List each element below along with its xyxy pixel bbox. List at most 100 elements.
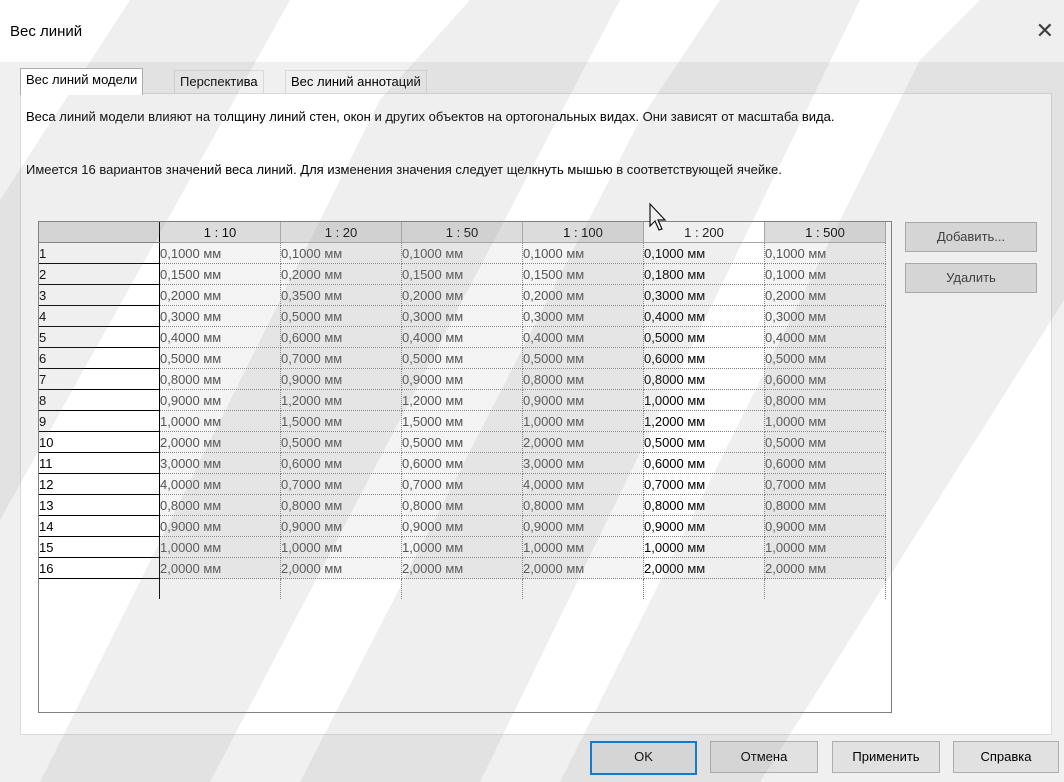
weight-cell[interactable]: 0,9000 мм [401,368,523,390]
weight-cell[interactable]: 4,0000 мм [522,473,644,495]
weight-cell[interactable]: 0,9000 мм [280,515,402,537]
weight-cell[interactable]: 0,8000 мм [401,494,523,516]
column-header[interactable]: 1 : 20 [280,222,402,243]
weight-cell[interactable]: 0,5000 мм [280,431,402,453]
weight-cell[interactable]: 0,6000 мм [280,452,402,474]
add-button[interactable]: Добавить... [905,222,1037,252]
weight-cell[interactable]: 0,6000 мм [643,452,765,474]
weight-cell[interactable]: 0,1000 мм [764,242,886,264]
weight-cell[interactable]: 0,3000 мм [764,305,886,327]
weight-cell[interactable]: 0,5000 мм [643,326,765,348]
weight-cell[interactable]: 0,7000 мм [280,347,402,369]
weight-cell[interactable]: 0,1000 мм [764,263,886,285]
weight-cell[interactable]: 0,2000 мм [280,263,402,285]
weight-cell[interactable]: 0,8000 мм [159,368,281,390]
weight-cell[interactable]: 0,8000 мм [522,494,644,516]
weight-cell[interactable]: 0,1500 мм [401,263,523,285]
weight-cell[interactable]: 0,9000 мм [401,515,523,537]
weight-cell[interactable]: 0,6000 мм [401,452,523,474]
tab-model-line-weights[interactable]: Вес линий модели [20,68,144,95]
weight-cell[interactable]: 0,3000 мм [401,305,523,327]
weight-cell[interactable]: 0,2000 мм [522,284,644,306]
weight-cell[interactable]: 1,0000 мм [522,410,644,432]
weight-cell[interactable]: 0,1000 мм [401,242,523,264]
weight-cell[interactable]: 0,1000 мм [522,242,644,264]
weight-cell[interactable]: 1,0000 мм [764,410,886,432]
weight-cell[interactable]: 0,1000 мм [159,242,281,264]
weight-cell[interactable]: 0,3000 мм [643,284,765,306]
weight-cell[interactable]: 1,5000 мм [280,410,402,432]
weight-cell[interactable]: 0,5000 мм [643,431,765,453]
weight-cell[interactable]: 0,1500 мм [159,263,281,285]
weight-cell[interactable]: 2,0000 мм [159,431,281,453]
weight-cell[interactable]: 1,2000 мм [643,410,765,432]
weight-cell[interactable]: 1,2000 мм [401,389,523,411]
weight-cell[interactable]: 0,2000 мм [764,284,886,306]
weight-cell[interactable]: 0,1000 мм [643,242,765,264]
weight-cell[interactable]: 0,8000 мм [280,494,402,516]
column-header[interactable]: 1 : 500 [764,222,886,243]
weight-cell[interactable]: 0,9000 мм [280,368,402,390]
line-weights-grid[interactable]: 1 : 10 1 : 20 1 : 50 1 : 100 1 : 200 1 : 500 … [38,221,892,713]
weight-cell[interactable]: 0,7000 мм [764,473,886,495]
weight-cell[interactable]: 1,0000 мм [280,536,402,558]
weight-cell[interactable]: 0,1000 мм [280,242,402,264]
weight-cell[interactable]: 0,8000 мм [764,389,886,411]
weight-cell[interactable]: 1,0000 мм [522,536,644,558]
weight-cell[interactable]: 0,3500 мм [280,284,402,306]
weight-cell[interactable]: 2,0000 мм [522,431,644,453]
weight-cell[interactable]: 3,0000 мм [159,452,281,474]
weight-cell[interactable]: 0,4000 мм [643,305,765,327]
weight-cell[interactable]: 0,8000 мм [764,494,886,516]
weight-cell[interactable]: 0,1500 мм [522,263,644,285]
cancel-button[interactable]: Отмена [710,741,818,773]
weight-cell[interactable]: 2,0000 мм [280,557,402,579]
weight-cell[interactable]: 0,4000 мм [764,326,886,348]
help-button[interactable]: Справка [953,741,1059,773]
weight-cell[interactable]: 0,5000 мм [522,347,644,369]
delete-button[interactable]: Удалить [905,263,1037,293]
weight-cell[interactable]: 0,9000 мм [159,515,281,537]
weight-cell[interactable]: 1,0000 мм [764,536,886,558]
weight-cell[interactable]: 1,0000 мм [643,536,765,558]
weight-cell[interactable]: 0,4000 мм [522,326,644,348]
weight-cell[interactable]: 0,3000 мм [159,305,281,327]
column-header[interactable]: 1 : 100 [522,222,644,243]
weight-cell[interactable]: 0,4000 мм [401,326,523,348]
weight-cell[interactable]: 0,9000 мм [522,389,644,411]
weight-cell[interactable]: 1,0000 мм [401,536,523,558]
apply-button[interactable]: Применить [832,741,940,773]
weight-cell[interactable]: 2,0000 мм [401,557,523,579]
weight-cell[interactable]: 0,6000 мм [643,347,765,369]
weight-cell[interactable]: 0,8000 мм [159,494,281,516]
weight-cell[interactable]: 1,2000 мм [280,389,402,411]
weight-cell[interactable]: 2,0000 мм [764,557,886,579]
weight-cell[interactable]: 0,8000 мм [522,368,644,390]
weight-cell[interactable]: 2,0000 мм [522,557,644,579]
weight-cell[interactable]: 0,5000 мм [764,431,886,453]
weight-cell[interactable]: 1,0000 мм [159,536,281,558]
weight-cell[interactable]: 0,9000 мм [764,515,886,537]
weight-cell[interactable]: 3,0000 мм [522,452,644,474]
ok-button[interactable]: OK [590,741,697,775]
tab-annotation-line-weights[interactable]: Вес линий аннотаций [285,70,427,94]
weight-cell[interactable]: 0,9000 мм [522,515,644,537]
weight-cell[interactable]: 0,7000 мм [280,473,402,495]
weight-cell[interactable]: 0,2000 мм [401,284,523,306]
weight-cell[interactable]: 0,6000 мм [280,326,402,348]
weight-cell[interactable]: 2,0000 мм [159,557,281,579]
weight-cell[interactable]: 0,1800 мм [643,263,765,285]
weight-cell[interactable]: 0,5000 мм [764,347,886,369]
weight-cell[interactable]: 0,5000 мм [159,347,281,369]
weight-cell[interactable]: 0,6000 мм [764,452,886,474]
weight-cell[interactable]: 0,8000 мм [643,368,765,390]
tab-perspective[interactable]: Перспектива [174,70,264,94]
weight-cell[interactable]: 0,9000 мм [643,515,765,537]
weight-cell[interactable]: 0,7000 мм [643,473,765,495]
weight-cell[interactable]: 0,2000 мм [159,284,281,306]
close-icon[interactable]: ✕ [1036,18,1054,44]
weight-cell[interactable]: 4,0000 мм [159,473,281,495]
weight-cell[interactable]: 0,5000 мм [280,305,402,327]
weight-cell[interactable]: 2,0000 мм [643,557,765,579]
weight-cell[interactable]: 0,8000 мм [643,494,765,516]
